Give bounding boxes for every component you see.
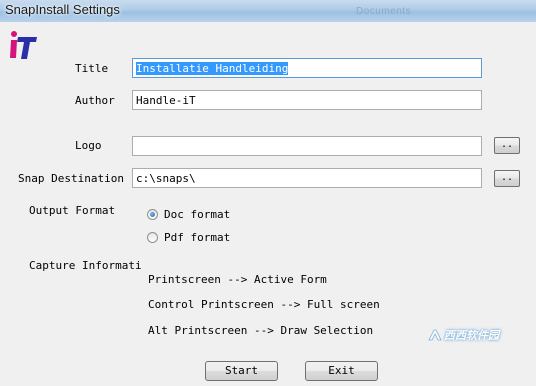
logo-browse-button[interactable]: ..	[494, 137, 520, 154]
output-format-label: Output Format	[29, 204, 116, 217]
capture-line-active-form: Printscreen --> Active Form	[148, 273, 327, 286]
author-input-value: Handle-iT	[136, 94, 196, 107]
title-input[interactable]: Installatie Handleiding	[132, 58, 482, 78]
snap-destination-value: c:\snaps\	[136, 172, 196, 185]
capture-information-label: Capture Informati	[29, 259, 142, 272]
capture-line-draw-selection: Alt Printscreen --> Draw Selection	[148, 324, 374, 337]
title-bar[interactable]: SnapInstall Settings Documents	[0, 0, 536, 23]
start-button[interactable]: Start	[205, 361, 278, 381]
title-label: Title	[75, 62, 109, 75]
doc-format-radio[interactable]	[147, 209, 158, 220]
snap-destination-label: Snap Destination	[18, 172, 124, 185]
watermark-logo: 西西软件园	[428, 327, 499, 343]
snap-destination-input[interactable]: c:\snaps\	[132, 168, 482, 188]
settings-window: SnapInstall Settings Documents Title Ins…	[0, 0, 536, 386]
destination-browse-button[interactable]: ..	[494, 170, 520, 187]
window-title: SnapInstall Settings	[5, 2, 120, 17]
logo-input[interactable]	[132, 136, 482, 156]
title-bar-background-text: Documents	[356, 6, 412, 17]
pdf-format-radio[interactable]	[147, 232, 158, 243]
title-input-value: Installatie Handleiding	[136, 62, 289, 75]
logo-label: Logo	[75, 139, 102, 152]
app-logo-icon	[10, 31, 37, 59]
author-input[interactable]: Handle-iT	[132, 90, 482, 110]
pdf-format-label[interactable]: Pdf format	[164, 231, 230, 244]
watermark-icon	[428, 329, 442, 341]
doc-format-label[interactable]: Doc format	[164, 208, 230, 221]
radio-selected-dot	[150, 212, 155, 217]
watermark-text: 西西软件园	[444, 330, 499, 342]
exit-button[interactable]: Exit	[305, 361, 378, 381]
capture-line-full-screen: Control Printscreen --> Full screen	[148, 298, 380, 311]
author-label: Author	[75, 94, 115, 107]
